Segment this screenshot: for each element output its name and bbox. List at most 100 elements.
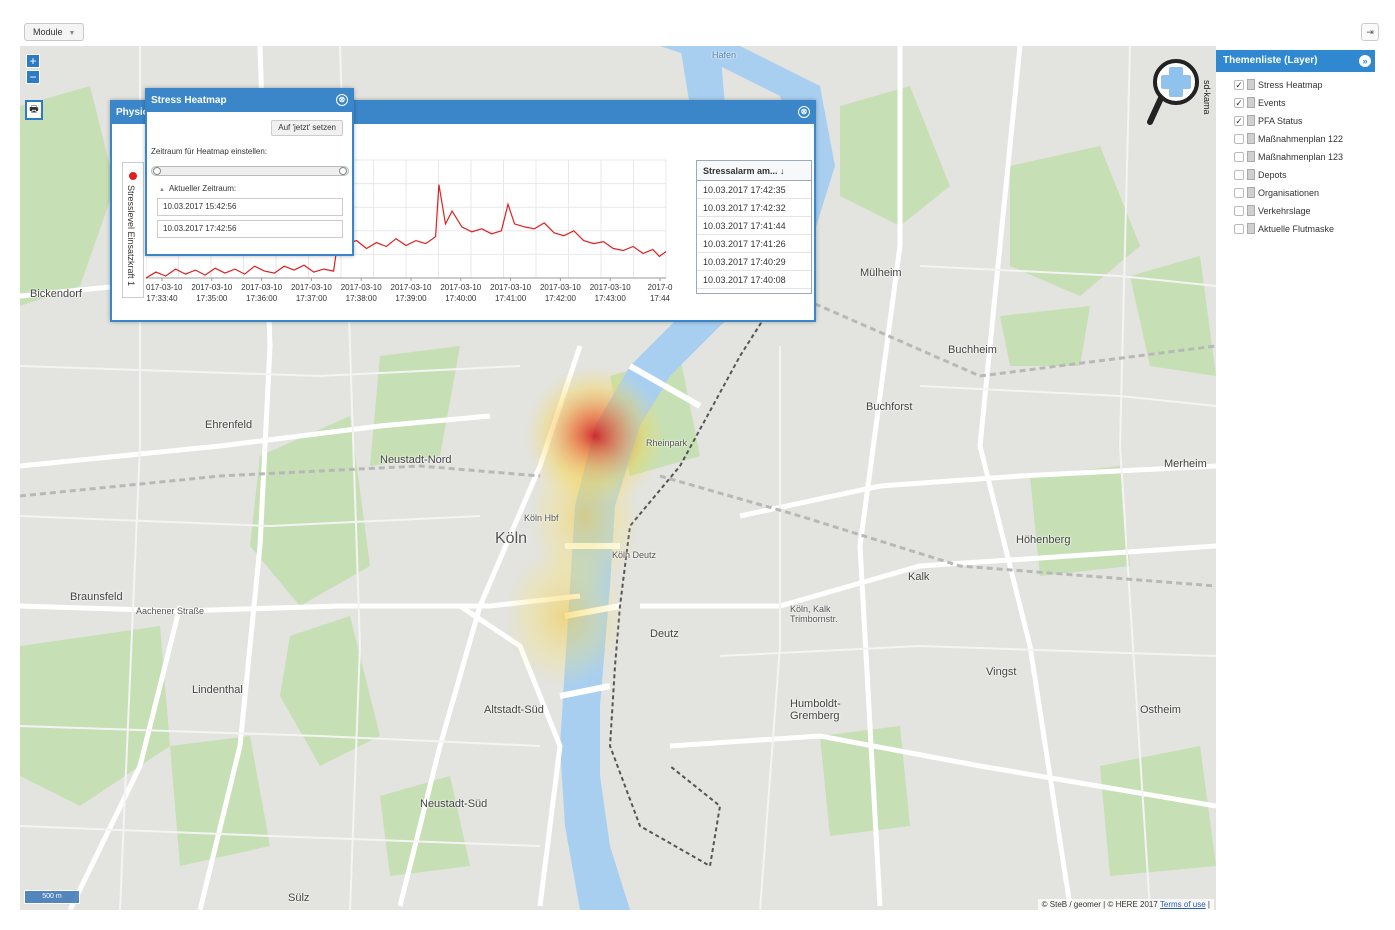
collapse-panel-icon[interactable]: » (1359, 55, 1371, 67)
chart-x-tick-label: 17:42:00 (545, 294, 577, 303)
layer-panel-title: Themenliste (Layer) (1223, 55, 1318, 66)
chart-x-tick-label: 2017-0 (648, 283, 673, 292)
chart-x-tick-label: 17:41:00 (495, 294, 527, 303)
map-label-buchheim: Buchheim (948, 344, 997, 356)
layer-item-label: Stress Heatmap (1258, 80, 1323, 90)
attribution-end: | (1205, 900, 1210, 909)
chart-x-tick-label: 17:43:00 (595, 294, 627, 303)
set-now-button[interactable]: Auf 'jetzt' setzen (271, 120, 343, 136)
current-range-label: Aktueller Zeitraum: (168, 184, 237, 193)
alarm-table-header[interactable]: Stressalarm am... ↓ (697, 161, 811, 181)
map-label-suelz: Sülz (288, 892, 310, 904)
table-row[interactable]: 10.03.2017 17:40:08 (697, 271, 811, 289)
zoom-out-button[interactable]: − (26, 70, 40, 84)
layer-document-icon (1247, 187, 1255, 198)
layer-item-organisationen[interactable]: Organisationen (1216, 184, 1375, 202)
layer-item-depots[interactable]: Depots (1216, 166, 1375, 184)
map-label-ostheim: Ostheim (1140, 704, 1181, 716)
map-label-hafen: Hafen (712, 50, 737, 60)
layer-checkbox[interactable] (1234, 170, 1244, 180)
layer-panel-header[interactable]: Themenliste (Layer) » (1216, 50, 1375, 72)
heatmap-warm-area (505, 546, 625, 686)
range-from-field[interactable]: 10.03.2017 15:42:56 (157, 198, 343, 216)
layer-checkbox[interactable]: ✓ (1234, 116, 1244, 126)
range-to-field[interactable]: 10.03.2017 17:42:56 (157, 220, 343, 238)
logout-icon: ⇥ (1366, 27, 1374, 37)
layer-item-verkehrslage[interactable]: Verkehrslage (1216, 202, 1375, 220)
chart-x-tick-label: 2017-03-10 (490, 283, 531, 292)
chart-x-tick-label: 2017-03-10 (440, 283, 481, 292)
layer-item-label: Verkehrslage (1258, 206, 1311, 216)
scale-bar: 500 m (24, 890, 80, 904)
table-row[interactable]: 10.03.2017 17:41:44 (697, 217, 811, 235)
layer-item-massnahmenplan-122[interactable]: Maßnahmenplan 122 (1216, 130, 1375, 148)
layer-checkbox[interactable] (1234, 188, 1244, 198)
print-button[interactable]: 🖶 (25, 100, 43, 120)
layer-item-events[interactable]: ✓ Events (1216, 94, 1375, 112)
current-range-toggle[interactable]: ▲ Aktueller Zeitraum: (159, 184, 236, 193)
layer-document-icon (1247, 169, 1255, 180)
close-icon[interactable]: ⊗ (798, 106, 810, 118)
table-row[interactable]: 10.03.2017 17:41:26 (697, 235, 811, 253)
layer-item-label: Maßnahmenplan 123 (1258, 152, 1344, 162)
top-toolbar: Module ▼ ⇥ (0, 0, 1395, 46)
map-label-ehrenfeld: Ehrenfeld (205, 419, 253, 431)
map-label-hoehenberg: Höhenberg (1016, 534, 1071, 546)
terms-of-use-link[interactable]: Terms of use (1160, 900, 1206, 909)
close-icon[interactable]: ⊗ (336, 94, 348, 106)
layer-panel: Themenliste (Layer) » ✓ Stress Heatmap ✓… (1216, 50, 1375, 910)
physio-dialog-title: Physio (116, 107, 149, 118)
map-label-neustadt-sued: Neustadt-Süd (420, 798, 488, 810)
layer-item-label: Events (1258, 98, 1286, 108)
layer-item-label: Maßnahmenplan 122 (1258, 134, 1344, 144)
map-label-humboldt: Humboldt-Gremberg (790, 698, 841, 722)
layer-checkbox[interactable] (1234, 224, 1244, 234)
layer-document-icon (1247, 115, 1255, 126)
stress-heatmap-dialog: Stress Heatmap ⊗ Auf 'jetzt' setzen Zeit… (145, 88, 354, 256)
layer-item-label: PFA Status (1258, 116, 1303, 126)
zoom-in-button[interactable]: + (26, 54, 40, 68)
map-label-kalk-trimborn: Köln, Kalk Trimbornstr. (790, 604, 838, 624)
table-row[interactable]: 10.03.2017 17:40:29 (697, 253, 811, 271)
module-dropdown[interactable]: Module ▼ (24, 23, 85, 41)
map-label-koeln-deutz: Köln Deutz (612, 550, 657, 560)
layer-checkbox[interactable]: ✓ (1234, 80, 1244, 90)
layer-checkbox[interactable]: ✓ (1234, 98, 1244, 108)
slider-handle-end[interactable] (339, 167, 347, 175)
stress-alarm-table: Stressalarm am... ↓ 10.03.2017 17:42:35 … (696, 160, 812, 294)
table-row[interactable]: 10.03.2017 17:42:32 (697, 199, 811, 217)
layer-checkbox[interactable] (1234, 206, 1244, 216)
logo-text: sd-kama (1202, 80, 1212, 115)
map-label-merheim: Merheim (1164, 458, 1207, 470)
chart-x-tick-label: 17:38:00 (346, 294, 378, 303)
map-label-buchforst: Buchforst (866, 401, 913, 413)
chevron-down-icon: ▼ (68, 30, 76, 37)
layer-item-stress-heatmap[interactable]: ✓ Stress Heatmap (1216, 76, 1375, 94)
map-label-muelheim: Mülheim (860, 267, 902, 279)
layer-checkbox[interactable] (1234, 152, 1244, 162)
chart-x-tick-label: 2017-03-10 (241, 283, 282, 292)
map-label-rheinpark: Rheinpark (646, 438, 688, 448)
time-range-slider[interactable] (151, 166, 349, 176)
layer-document-icon (1247, 205, 1255, 216)
heatmap-dialog-title: Stress Heatmap (151, 95, 227, 106)
chart-x-tick-label: 2017-03-10 (291, 283, 332, 292)
logout-button[interactable]: ⇥ (1361, 23, 1379, 41)
layer-checkbox[interactable] (1234, 134, 1244, 144)
legend-label: Stresslevel Einsatzkraft 1 (126, 185, 136, 287)
table-row[interactable]: 10.03.2017 17:42:35 (697, 181, 811, 199)
chart-x-tick-label: 17:33:40 (146, 294, 178, 303)
chart-legend[interactable]: Stresslevel Einsatzkraft 1 (122, 162, 144, 298)
layer-item-massnahmenplan-123[interactable]: Maßnahmenplan 123 (1216, 148, 1375, 166)
attribution-text: © SteB / geomer | © HERE 2017 (1041, 900, 1160, 909)
layer-item-aktuelle-flutmaske[interactable]: Aktuelle Flutmaske (1216, 220, 1375, 238)
zeitraum-label: Zeitraum für Heatmap einstellen: (151, 147, 268, 156)
heatmap-dialog-header[interactable]: Stress Heatmap ⊗ (147, 90, 352, 112)
layer-document-icon (1247, 97, 1255, 108)
map-label-neustadt-nord: Neustadt-Nord (380, 454, 452, 466)
chart-x-tick-label: 17:40:00 (445, 294, 477, 303)
layer-item-pfa-status[interactable]: ✓ PFA Status (1216, 112, 1375, 130)
chart-x-tick-label: 17:37:00 (296, 294, 328, 303)
slider-handle-start[interactable] (153, 167, 161, 175)
map-label-lindenthal: Lindenthal (192, 684, 243, 696)
